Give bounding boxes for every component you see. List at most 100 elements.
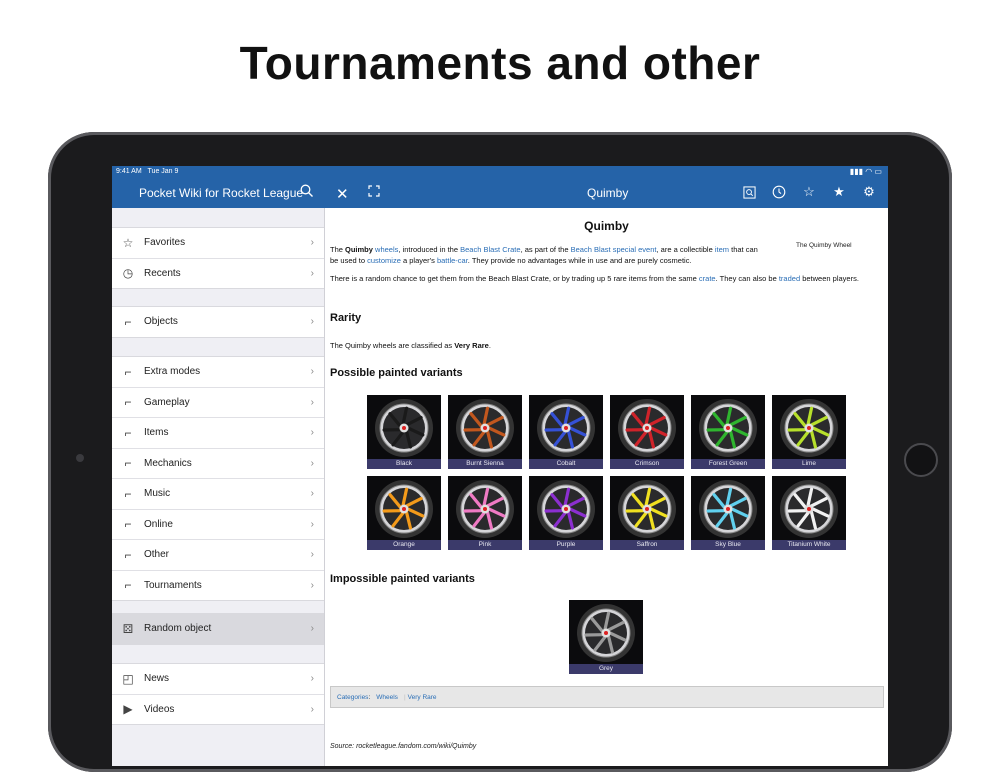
- sidebar-item-label: Random object: [144, 623, 211, 634]
- sidebar-item-objects[interactable]: ⌐Objects›: [112, 307, 324, 337]
- home-button[interactable]: [904, 443, 938, 477]
- wheel-image: [371, 478, 437, 540]
- sidebar-item-favorites[interactable]: ☆ Favorites ›: [112, 228, 324, 259]
- car-icon: ⌐: [120, 395, 136, 409]
- chevron-right-icon: ›: [311, 397, 314, 408]
- variant-caption: Burnt Sienna: [448, 459, 522, 469]
- variant-tile[interactable]: Pink: [448, 476, 522, 550]
- variant-tile[interactable]: Saffron: [610, 476, 684, 550]
- link-battle-car[interactable]: battle-car: [437, 256, 468, 265]
- sidebar-item-label: Favorites: [144, 237, 185, 248]
- sidebar-item-label: Music: [144, 488, 170, 499]
- sidebar-group: ☆ Favorites › ◷ Recents ›: [112, 227, 324, 289]
- sidebar-item-recents[interactable]: ◷Recents›: [112, 259, 324, 289]
- chevron-right-icon: ›: [311, 704, 314, 715]
- variant-tile[interactable]: Orange: [367, 476, 441, 550]
- sidebar-item-label: Gameplay: [144, 397, 190, 408]
- variant-tile[interactable]: Lime: [772, 395, 846, 469]
- intro-paragraph: The Quimby wheels, introduced in the Bea…: [330, 245, 760, 266]
- star-filled-icon[interactable]: ★: [830, 183, 848, 201]
- sidebar-item-gameplay[interactable]: ⌐ Gameplay ›: [112, 388, 324, 419]
- headline: Tournaments and other: [0, 36, 1000, 90]
- wheel-image: [695, 397, 761, 459]
- sidebar-item-tournaments[interactable]: ⌐Tournaments›: [112, 571, 324, 601]
- sidebar-item-mechanics[interactable]: ⌐Mechanics›: [112, 449, 324, 480]
- variant-caption: Grey: [569, 664, 643, 674]
- car-icon: ⌐: [120, 487, 136, 501]
- sidebar-item-extra-modes[interactable]: ⌐Extra modes›: [112, 357, 324, 388]
- link-customize[interactable]: customize: [367, 256, 401, 265]
- variant-tile[interactable]: Cobalt: [529, 395, 603, 469]
- categories-bar: Categories: Wheels | Very Rare: [330, 686, 884, 708]
- chevron-right-icon: ›: [311, 580, 314, 591]
- link-wheels[interactable]: wheels: [375, 245, 398, 254]
- close-icon[interactable]: ✕: [336, 185, 349, 203]
- sidebar-item-items[interactable]: ⌐Items›: [112, 418, 324, 449]
- variant-tile[interactable]: Black: [367, 395, 441, 469]
- variant-caption: Orange: [367, 540, 441, 550]
- variant-tile[interactable]: Sky Blue: [691, 476, 765, 550]
- variant-caption: Cobalt: [529, 459, 603, 469]
- sidebar-item-random-object[interactable]: ⚄Random object›: [112, 614, 324, 644]
- star-icon: ☆: [120, 236, 136, 250]
- link-item[interactable]: item: [715, 245, 729, 254]
- dice-icon: ⚄: [120, 622, 136, 636]
- find-in-page-icon[interactable]: [740, 183, 758, 201]
- sidebar-item-news[interactable]: ◰News›: [112, 664, 324, 695]
- link-crate[interactable]: crate: [699, 274, 716, 283]
- nav-bar: Pocket Wiki for Rocket League ✕ Quimby ☆…: [112, 178, 888, 208]
- chevron-right-icon: ›: [311, 519, 314, 530]
- gear-icon[interactable]: ⚙: [860, 183, 878, 201]
- status-time: 9:41 AM Tue Jan 9: [116, 168, 178, 175]
- random-paragraph: There is a random chance to get them fro…: [330, 274, 870, 285]
- link-traded[interactable]: traded: [779, 274, 800, 283]
- sidebar-item-online[interactable]: ⌐Online›: [112, 510, 324, 541]
- variant-caption: Forest Green: [691, 459, 765, 469]
- variant-tile[interactable]: Purple: [529, 476, 603, 550]
- rarity-text: The Quimby wheels are classified as Very…: [330, 341, 491, 352]
- sidebar-item-other[interactable]: ⌐Other›: [112, 540, 324, 571]
- search-icon[interactable]: [300, 184, 314, 198]
- sidebar-group: ⌐Extra modes›⌐Gameplay›⌐Items›⌐Mechanics…: [112, 356, 324, 601]
- star-outline-icon[interactable]: ☆: [800, 183, 818, 201]
- variant-tile[interactable]: Crimson: [610, 395, 684, 469]
- variant-tile[interactable]: Grey: [569, 600, 643, 674]
- source-text: Source: rocketleague.fandom.com/wiki/Qui…: [330, 743, 476, 750]
- sidebar-item-label: Extra modes: [144, 366, 200, 377]
- wheel-image: [452, 478, 518, 540]
- link-beach-blast-event[interactable]: Beach Blast special event: [571, 245, 657, 254]
- sidebar-item-label: Online: [144, 519, 173, 530]
- sidebar-item-label: Mechanics: [144, 458, 192, 469]
- chevron-right-icon: ›: [311, 549, 314, 560]
- wheel-image: [614, 397, 680, 459]
- chevron-right-icon: ›: [311, 316, 314, 327]
- sidebar-item-videos[interactable]: ▶Videos›: [112, 695, 324, 725]
- app-title: Pocket Wiki for Rocket League: [139, 186, 303, 200]
- expand-icon[interactable]: [368, 185, 380, 197]
- possible-variants-heading: Possible painted variants: [330, 367, 463, 379]
- category-very-rare[interactable]: Very Rare: [408, 694, 437, 701]
- history-icon[interactable]: [770, 183, 788, 201]
- link-beach-blast-crate[interactable]: Beach Blast Crate: [460, 245, 520, 254]
- sidebar-item-label: News: [144, 673, 169, 684]
- rarity-heading: Rarity: [330, 312, 361, 324]
- infobox-caption: The Quimby Wheel: [796, 242, 852, 249]
- car-icon: ⌐: [120, 365, 136, 379]
- chevron-right-icon: ›: [311, 458, 314, 469]
- variant-tile[interactable]: Burnt Sienna: [448, 395, 522, 469]
- article: Quimby The Quimby Wheel The Quimby wheel…: [325, 208, 888, 766]
- sidebar-item-label: Recents: [144, 268, 181, 279]
- page-title: Quimby: [325, 219, 888, 233]
- wheel-image: [573, 602, 639, 664]
- chevron-right-icon: ›: [311, 237, 314, 248]
- clock-icon: ◷: [120, 266, 136, 280]
- ipad-camera: [76, 454, 84, 462]
- rss-icon: ◰: [120, 672, 136, 686]
- variant-tile[interactable]: Titanium White: [772, 476, 846, 550]
- sidebar-item-music[interactable]: ⌐ Music ›: [112, 479, 324, 510]
- chevron-right-icon: ›: [311, 427, 314, 438]
- variant-tile[interactable]: Forest Green: [691, 395, 765, 469]
- chevron-right-icon: ›: [311, 488, 314, 499]
- link-categories[interactable]: Categories: [337, 694, 368, 701]
- category-wheels[interactable]: Wheels: [376, 694, 398, 701]
